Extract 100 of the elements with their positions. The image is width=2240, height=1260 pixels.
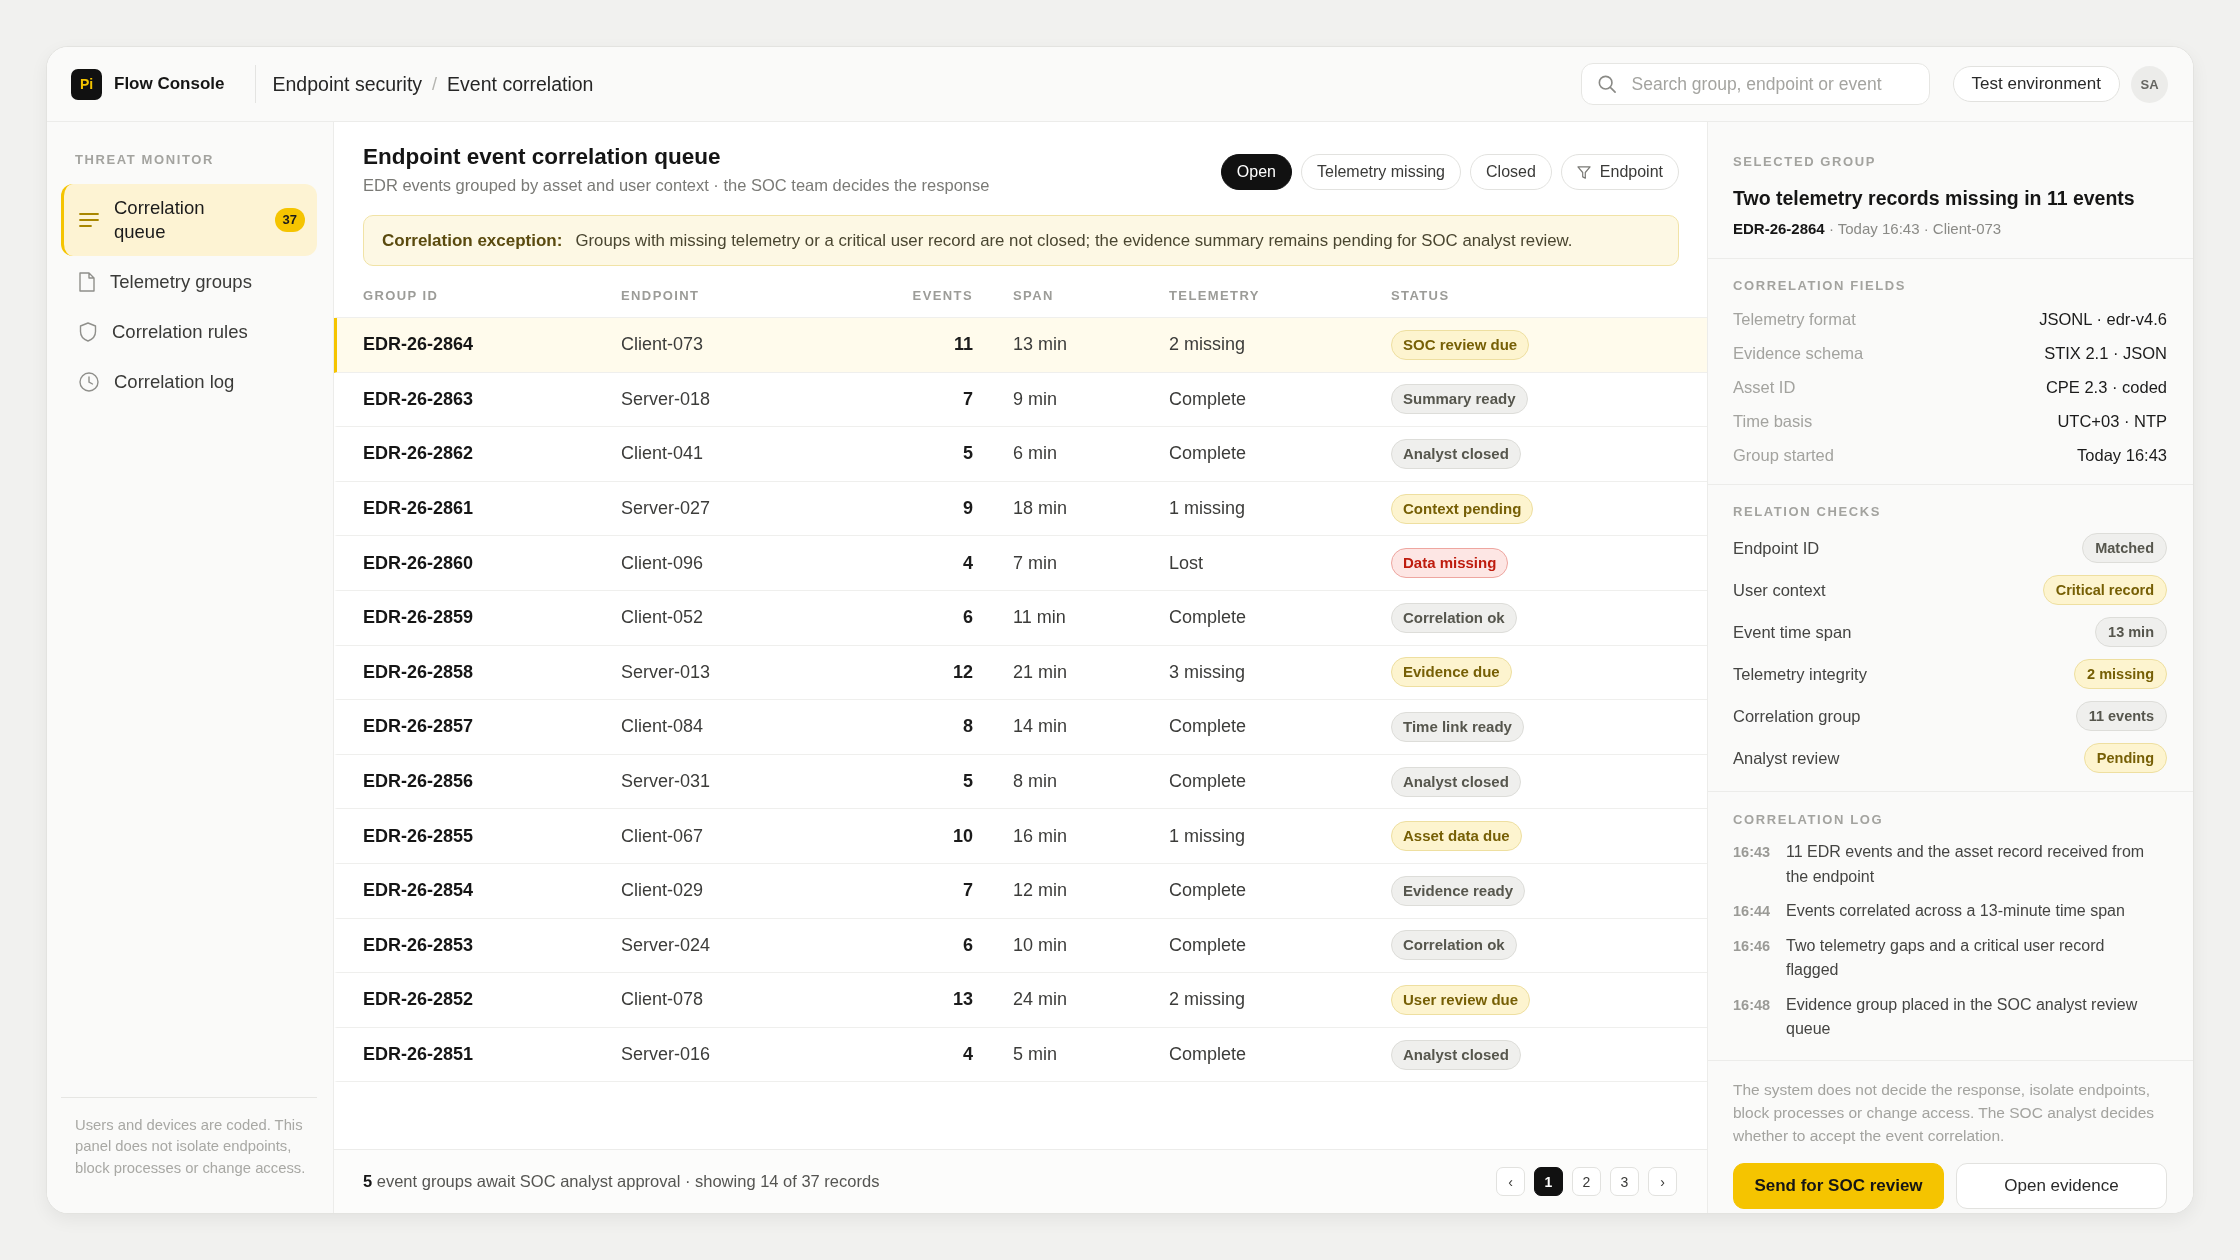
span-cell: 7 min xyxy=(1013,552,1057,573)
field-label: Time basis xyxy=(1733,411,1813,431)
column-header: TELEMETRY xyxy=(1169,288,1260,303)
column-header: GROUP ID xyxy=(363,288,439,303)
detail-title: Two telemetry records missing in 11 events xyxy=(1733,186,2136,210)
group-id-cell: EDR-26-2854 xyxy=(363,880,474,901)
endpoint-cell: Client-041 xyxy=(621,443,704,464)
events-cell: 4 xyxy=(963,552,973,573)
filter-chip[interactable]: Open xyxy=(1220,154,1292,190)
span-cell: 21 min xyxy=(1013,661,1068,682)
check-pill: 2 missing xyxy=(2074,659,2167,689)
filter-chip[interactable]: Closed xyxy=(1470,154,1552,190)
section-heading: CORRELATION LOG xyxy=(1733,812,1885,828)
field-value: JSONL · edr-v4.6 xyxy=(2039,309,2167,329)
nav-item[interactable]: Telemetry groups xyxy=(61,257,317,307)
events-cell: 7 xyxy=(963,388,973,409)
telemetry-cell: Lost xyxy=(1169,552,1204,573)
log-time: 16:46 xyxy=(1733,936,1770,956)
app-name: Flow Console xyxy=(114,74,225,94)
section-heading: THREAT MONITOR xyxy=(74,152,215,168)
group-id-cell: EDR-26-2857 xyxy=(363,716,474,737)
endpoint-cell: Server-018 xyxy=(621,388,711,409)
endpoint-cell: Server-027 xyxy=(621,498,711,519)
check-pill: Critical record xyxy=(2042,575,2167,605)
nav-item[interactable]: Correlation queue 37 xyxy=(61,184,317,256)
log-text: Events correlated across a 13-minute time span xyxy=(1786,901,2126,921)
table-row[interactable]: EDR-26-2858 Server-013 12 21 min 3 missing Evidence due xyxy=(334,645,1707,701)
group-id-cell: EDR-26-2851 xyxy=(363,1044,474,1064)
endpoint-cell: Client-052 xyxy=(621,607,704,628)
endpoint-filter[interactable]: Endpoint xyxy=(1560,154,1679,190)
table-row[interactable]: EDR-26-2852 Client-078 13 24 min 2 missing User review due xyxy=(334,973,1707,1028)
check-label: Endpoint ID xyxy=(1733,538,1820,558)
page-button[interactable]: 3 xyxy=(1610,1167,1639,1196)
table-row[interactable]: EDR-26-2854 Client-029 7 12 min Complete Evidence ready xyxy=(334,863,1707,919)
column-header: SPAN xyxy=(1013,288,1054,303)
status-pill: Evidence due xyxy=(1391,657,1512,688)
events-cell: 6 xyxy=(963,607,973,628)
table-row[interactable]: EDR-26-2859 Client-052 6 11 min Complete Correlation ok xyxy=(334,590,1707,646)
table-row[interactable]: EDR-26-2862 Client-041 5 6 min Complete Analyst closed xyxy=(334,427,1707,482)
status-pill: Correlation ok xyxy=(1391,930,1517,961)
telemetry-cell: Complete xyxy=(1169,934,1247,955)
table-row[interactable]: EDR-26-2853 Server-024 6 10 min Complete Correlation ok xyxy=(334,918,1707,974)
breadcrumb-current: Event correlation xyxy=(447,72,594,96)
span-cell: 10 min xyxy=(1013,934,1068,955)
nav-item[interactable]: Correlation rules xyxy=(61,307,317,357)
banner-text: Groups with missing telemetry or a critical user record are not closed; the evidence summary remains pending for SOC analyst review. xyxy=(575,230,1573,251)
column-header: ENDPOINT xyxy=(621,288,700,303)
events-cell: 9 xyxy=(963,498,973,519)
search-icon xyxy=(1597,75,1616,93)
events-cell: 4 xyxy=(963,1044,973,1064)
page-title: Endpoint event correlation queue xyxy=(363,144,722,170)
table-row[interactable]: EDR-26-2863 Server-018 7 9 min Complete Summary ready xyxy=(334,372,1707,428)
span-cell: 5 min xyxy=(1013,1044,1057,1064)
field-value: Today 16:43 xyxy=(2077,445,2167,465)
telemetry-cell: Complete xyxy=(1169,880,1247,901)
group-id-cell: EDR-26-2863 xyxy=(363,388,474,409)
table-row[interactable]: EDR-26-2851 Server-016 4 5 min Complete Analyst closed xyxy=(334,1027,1707,1083)
sidebar-note: Users and devices are coded. This panel does not isolate endpoints, block processes or change access. xyxy=(61,1096,317,1213)
check-label: Analyst review xyxy=(1733,748,1840,768)
table-row[interactable]: EDR-26-2855 Client-067 10 16 min 1 missing Asset data due xyxy=(334,809,1707,864)
telemetry-cell: 2 missing xyxy=(1169,989,1246,1010)
table-row[interactable]: EDR-26-2861 Server-027 9 18 min 1 missing Context pending xyxy=(334,481,1707,537)
page-button[interactable]: 2 xyxy=(1572,1167,1601,1196)
span-cell: 24 min xyxy=(1013,989,1068,1010)
table-row[interactable]: EDR-26-2864 Client-073 11 13 min 2 missing SOC review due xyxy=(334,318,1707,373)
nav-item[interactable]: Correlation log xyxy=(61,357,317,407)
group-id-cell: EDR-26-2860 xyxy=(363,552,474,573)
search-field[interactable]: Search group, endpoint or event xyxy=(1580,63,1930,105)
primary-action-button[interactable]: Send for SOC review xyxy=(1733,1162,1944,1209)
telemetry-cell: Complete xyxy=(1169,716,1247,737)
status-pill: Data missing xyxy=(1391,548,1509,579)
filter-icon xyxy=(1576,165,1591,179)
column-header: STATUS xyxy=(1391,288,1450,303)
events-cell: 11 xyxy=(953,334,973,355)
events-cell: 6 xyxy=(963,934,973,955)
previous-page-button[interactable]: ‹ xyxy=(1496,1167,1525,1196)
logo: Pi xyxy=(71,68,102,100)
status-pill: Asset data due xyxy=(1391,821,1522,852)
span-cell: 6 min xyxy=(1013,443,1057,464)
status-pill: Time link ready xyxy=(1391,711,1524,742)
check-label: Telemetry integrity xyxy=(1733,664,1867,684)
events-cell: 5 xyxy=(963,771,973,792)
breadcrumb-link[interactable]: Endpoint security xyxy=(272,72,423,96)
check-label: Event time span xyxy=(1733,622,1852,642)
events-cell: 5 xyxy=(963,443,973,464)
secondary-action-button[interactable]: Open evidence xyxy=(1956,1162,2167,1209)
table-row[interactable]: EDR-26-2860 Client-096 4 7 min Lost Data missing xyxy=(334,536,1707,591)
page-button[interactable]: 1 xyxy=(1534,1167,1563,1196)
endpoint-cell: Client-096 xyxy=(621,552,704,573)
check-label: Correlation group xyxy=(1733,706,1861,726)
group-id-cell: EDR-26-2862 xyxy=(363,443,474,464)
table-row[interactable]: EDR-26-2856 Server-031 5 8 min Complete Analyst closed xyxy=(334,754,1707,810)
telemetry-cell: 1 missing xyxy=(1169,498,1246,519)
status-pill: Context pending xyxy=(1391,493,1534,524)
status-pill: Analyst closed xyxy=(1391,1039,1521,1070)
filter-chip[interactable]: Telemetry missing xyxy=(1301,154,1461,190)
next-page-button[interactable]: › xyxy=(1648,1167,1677,1196)
user-avatar[interactable]: SA xyxy=(2131,65,2168,103)
table-row[interactable]: EDR-26-2857 Client-084 8 14 min Complete Time link ready xyxy=(334,700,1707,755)
endpoint-cell: Server-031 xyxy=(621,771,711,792)
